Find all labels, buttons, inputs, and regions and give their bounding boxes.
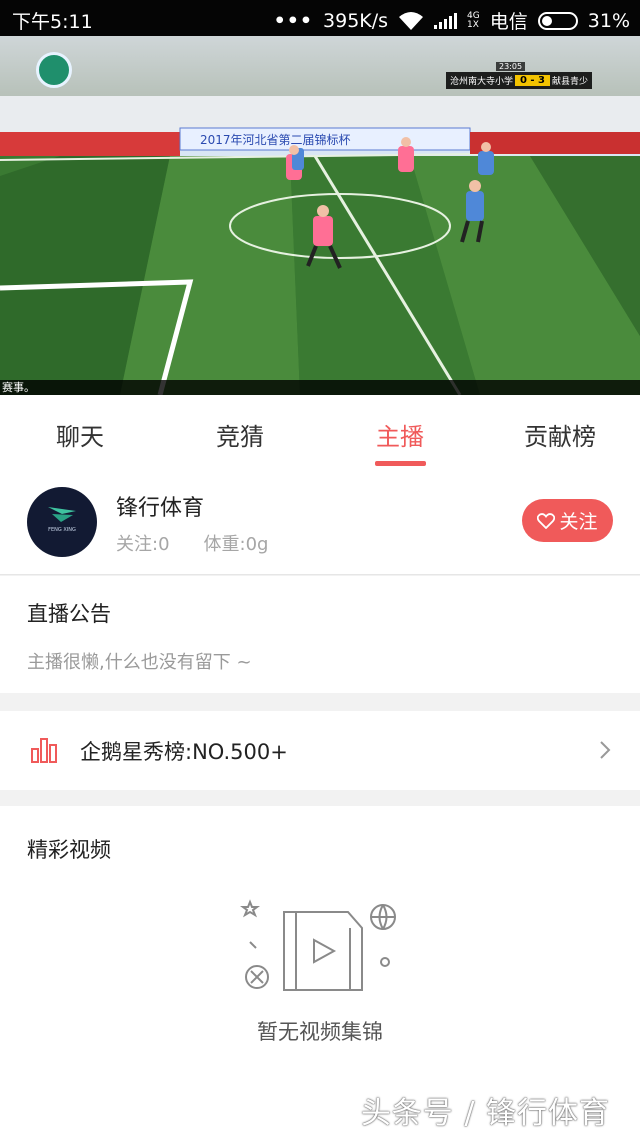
active-tab-indicator <box>375 461 426 466</box>
empty-videos-text: 暂无视频集锦 <box>257 1020 383 1044</box>
rank-row[interactable]: 企鹅星秀榜:NO.500+ <box>0 711 640 790</box>
follow-button[interactable]: 关注 <box>522 499 613 542</box>
avatar-logo-icon <box>48 507 76 522</box>
chevron-right-icon <box>600 741 611 759</box>
weight: 体重:0g <box>203 534 269 555</box>
video-player[interactable]: 2017年河北省第二届锦标杯 23:05 沧州南大寺小学 0 - 3 献县青少 … <box>0 36 640 395</box>
tab-contribution[interactable]: 贡献榜 <box>505 417 615 452</box>
away-team: 献县青少 <box>551 77 588 87</box>
channel-logo <box>36 52 72 88</box>
anchor-stats: 关注:0 体重:0g <box>116 530 268 556</box>
follow-button-label: 关注 <box>559 511 598 533</box>
follow-count: 关注:0 <box>116 534 170 555</box>
videos-title: 精彩视频 <box>27 838 111 862</box>
anchor-name: 锋行体育 <box>116 496 205 521</box>
anchor-card: FENG XING 锋行体育 关注:0 体重:0g 关注 <box>0 475 640 575</box>
network-type: 4G 1X <box>467 10 480 30</box>
notice-title: 直播公告 <box>27 602 111 626</box>
empty-video-illustration-icon <box>240 899 396 991</box>
banner-text: 2017年河北省第二届锦标杯 <box>200 133 351 147</box>
avatar[interactable]: FENG XING <box>27 487 97 557</box>
watermark: 头条号 / 锋行体育 <box>360 1096 610 1131</box>
score: 0 - 3 <box>514 75 551 86</box>
scoreboard: 沧州南大寺小学 0 - 3 献县青少 <box>446 72 592 89</box>
heart-icon <box>537 512 556 529</box>
home-team: 沧州南大寺小学 <box>450 77 514 87</box>
highlight-videos: 精彩视频 暂无视频集锦 头条号 / 锋行体育 <box>0 806 640 1138</box>
ticker: 赛事。 <box>0 380 640 395</box>
tab-anchor[interactable]: 主播 <box>345 417 455 452</box>
status-right: ••• 395K/s 4G 1X 电信 31% <box>274 7 630 34</box>
status-time: 下午5:11 <box>12 11 93 33</box>
more-notifications-icon: ••• <box>273 9 314 32</box>
match-clock: 23:05 <box>496 62 526 71</box>
bar-chart-icon <box>31 738 57 763</box>
battery-percent: 31% <box>587 9 630 32</box>
tab-guess[interactable]: 竞猜 <box>185 417 295 452</box>
live-notice: 直播公告 主播很懒,什么也没有留下 ~ <box>0 576 640 693</box>
carrier: 电信 <box>489 11 528 33</box>
tab-chat[interactable]: 聊天 <box>25 417 135 452</box>
video-frame: 2017年河北省第二届锦标杯 <box>0 36 640 395</box>
battery-icon <box>537 11 578 30</box>
signal-icon <box>434 12 458 29</box>
tab-bar: 聊天 竞猜 主播 贡献榜 <box>0 395 640 475</box>
wifi-icon <box>399 11 424 30</box>
status-bar: 下午5:11 ••• 395K/s 4G 1X 电信 31% <box>0 0 640 36</box>
net-speed: 395K/s <box>323 9 389 32</box>
notice-body: 主播很懒,什么也没有留下 ~ <box>27 652 252 673</box>
rank-label: 企鹅星秀榜:NO.500+ <box>80 740 288 764</box>
avatar-caption: FENG XING <box>48 527 76 533</box>
